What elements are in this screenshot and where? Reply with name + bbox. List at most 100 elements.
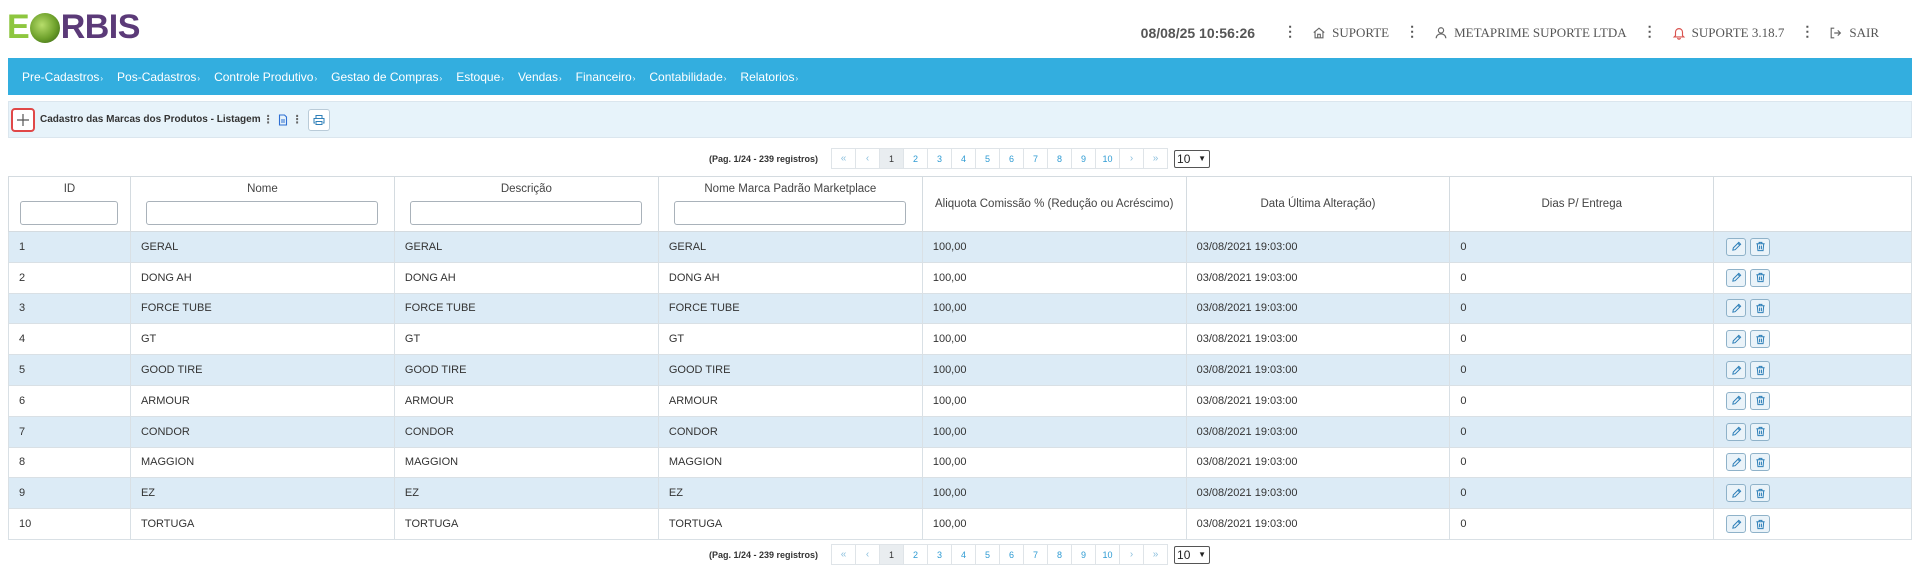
- cell-actions: [1713, 231, 1912, 263]
- add-button[interactable]: [11, 107, 35, 132]
- nav-item-pre-cadastros[interactable]: Pre-Cadastros›: [22, 70, 103, 84]
- table-row[interactable]: 2 DONG AH DONG AH DONG AH 100,00 03/08/2021 1…: [8, 261, 1912, 294]
- more-vertical-icon[interactable]: ⋮: [1283, 24, 1297, 41]
- table-row[interactable]: 3 FORCE TUBE FORCE TUBE FORCE TUBE 100,00 03/…: [8, 292, 1912, 325]
- filter-marketplace-input[interactable]: [674, 201, 907, 225]
- nav-item-vendas[interactable]: Vendas›: [518, 70, 562, 84]
- nav-item-controle-produtivo[interactable]: Controle Produtivo›: [214, 70, 317, 84]
- more-vertical-icon[interactable]: ⋮: [292, 113, 303, 126]
- table-row[interactable]: 6 ARMOUR ARMOUR ARMOUR 100,00 03/08/2021 19:0…: [8, 384, 1912, 417]
- table-row[interactable]: 10 TORTUGA TORTUGA TORTUGA 100,00 03/08/2021 …: [8, 508, 1912, 540]
- column-header-aliquota[interactable]: Aliquota Comissão % (Redução ou Acréscim…: [921, 176, 1187, 232]
- page-button[interactable]: 7: [1023, 148, 1049, 169]
- table-row[interactable]: 5 GOOD TIRE GOOD TIRE GOOD TIRE 100,00 03/08/…: [8, 354, 1912, 386]
- eorbis-logo[interactable]: E RBIS: [7, 8, 140, 46]
- table-row[interactable]: 7 CONDOR CONDOR CONDOR 100,00 03/08/2021 19:0…: [8, 415, 1912, 448]
- column-header-nome[interactable]: Nome: [129, 176, 395, 232]
- delete-button[interactable]: [1750, 515, 1771, 534]
- delete-button[interactable]: [1750, 330, 1771, 349]
- edit-button[interactable]: [1726, 361, 1747, 380]
- nav-item-gestao-de-compras[interactable]: Gestao de Compras›: [331, 70, 442, 84]
- column-header-marketplace[interactable]: Nome Marca Padrão Marketplace: [657, 176, 923, 232]
- last-page-button[interactable]: »: [1143, 544, 1169, 565]
- cell-actions: [1713, 323, 1912, 356]
- delete-button[interactable]: [1750, 484, 1771, 503]
- page-button[interactable]: 9: [1071, 544, 1097, 565]
- nav-item-pos-cadastros[interactable]: Pos-Cadastros›: [117, 70, 200, 84]
- page-button[interactable]: 10: [1095, 148, 1121, 169]
- home-link[interactable]: SUPORTE: [1312, 25, 1389, 41]
- nav-item-contabilidade[interactable]: Contabilidade›: [649, 70, 726, 84]
- filter-descricao-input[interactable]: [410, 201, 643, 225]
- table-row[interactable]: 4 GT GT GT 100,00 03/08/2021 19:03:00 0: [8, 323, 1912, 356]
- cell-data: 03/08/2021 19:03:00: [1185, 292, 1451, 325]
- page-button[interactable]: 9: [1071, 148, 1097, 169]
- nav-item-relatorios[interactable]: Relatorios›: [740, 70, 798, 84]
- edit-button[interactable]: [1726, 422, 1747, 441]
- page-button[interactable]: 3: [927, 544, 953, 565]
- delete-button[interactable]: [1750, 391, 1771, 410]
- table-row[interactable]: 9 EZ EZ EZ 100,00 03/08/2021 19:03:00 0: [8, 477, 1912, 510]
- page-size-select[interactable]: 10 ▼: [1174, 149, 1211, 168]
- more-vertical-icon[interactable]: ⋮: [1643, 24, 1657, 41]
- next-page-button[interactable]: ›: [1119, 148, 1145, 169]
- page-button[interactable]: 8: [1047, 544, 1073, 565]
- edit-button[interactable]: [1726, 299, 1747, 318]
- page-size-select[interactable]: 10 ▼: [1174, 545, 1211, 564]
- edit-button[interactable]: [1726, 484, 1747, 503]
- column-header-dias[interactable]: Dias P/ Entrega: [1449, 176, 1715, 232]
- filter-nome-input[interactable]: [146, 201, 379, 225]
- delete-button[interactable]: [1750, 299, 1771, 318]
- cell-id: 1: [8, 231, 131, 263]
- edit-button[interactable]: [1726, 330, 1747, 349]
- page-button[interactable]: 1: [879, 148, 905, 169]
- column-header-id[interactable]: ID: [8, 176, 131, 232]
- pencil-icon: [1731, 303, 1741, 313]
- next-page-button[interactable]: ›: [1119, 544, 1145, 565]
- more-vertical-icon[interactable]: ⋮: [1405, 24, 1419, 41]
- delete-button[interactable]: [1750, 453, 1771, 472]
- page-button[interactable]: 2: [903, 148, 929, 169]
- notifications-button[interactable]: SUPORTE 3.18.7: [1672, 25, 1784, 41]
- delete-button[interactable]: [1750, 361, 1771, 380]
- filter-id-input[interactable]: [20, 201, 119, 225]
- more-vertical-icon[interactable]: ⋮: [263, 113, 274, 126]
- page-button[interactable]: 1: [879, 544, 905, 565]
- edit-button[interactable]: [1726, 237, 1747, 256]
- more-vertical-icon[interactable]: ⋮: [1800, 24, 1814, 41]
- edit-button[interactable]: [1726, 453, 1747, 472]
- first-page-button[interactable]: «: [831, 544, 857, 565]
- table-row[interactable]: 1 GERAL GERAL GERAL 100,00 03/08/2021 19:03:0…: [8, 231, 1912, 263]
- page-button[interactable]: 10: [1095, 544, 1121, 565]
- nav-item-estoque[interactable]: Estoque›: [456, 70, 504, 84]
- first-page-button[interactable]: «: [831, 148, 857, 169]
- delete-button[interactable]: [1750, 237, 1771, 256]
- edit-button[interactable]: [1726, 391, 1747, 410]
- page-button[interactable]: 5: [975, 148, 1001, 169]
- print-button[interactable]: [307, 108, 330, 131]
- prev-page-button[interactable]: ‹: [855, 148, 881, 169]
- page-button[interactable]: 2: [903, 544, 929, 565]
- edit-button[interactable]: [1726, 268, 1747, 287]
- page-button[interactable]: 5: [975, 544, 1001, 565]
- page-button[interactable]: 6: [999, 544, 1025, 565]
- page-button[interactable]: 4: [951, 148, 977, 169]
- table-row[interactable]: 8 MAGGION MAGGION MAGGION 100,00 03/08/2021 1…: [8, 446, 1912, 479]
- nav-item-financeiro[interactable]: Financeiro›: [576, 70, 636, 84]
- page-size-value: 10: [1177, 547, 1191, 562]
- column-header-descricao[interactable]: Descrição: [393, 176, 659, 232]
- document-icon[interactable]: [277, 113, 289, 126]
- column-header-data[interactable]: Data Última Alteração): [1185, 176, 1451, 232]
- page-button[interactable]: 4: [951, 544, 977, 565]
- delete-button[interactable]: [1750, 422, 1771, 441]
- edit-button[interactable]: [1726, 515, 1747, 534]
- user-menu[interactable]: METAPRIME SUPORTE LTDA: [1434, 25, 1627, 41]
- page-button[interactable]: 3: [927, 148, 953, 169]
- delete-button[interactable]: [1750, 268, 1771, 287]
- page-button[interactable]: 6: [999, 148, 1025, 169]
- last-page-button[interactable]: »: [1143, 148, 1169, 169]
- prev-page-button[interactable]: ‹: [855, 544, 881, 565]
- logout-button[interactable]: SAIR: [1829, 25, 1879, 41]
- page-button[interactable]: 7: [1023, 544, 1049, 565]
- page-button[interactable]: 8: [1047, 148, 1073, 169]
